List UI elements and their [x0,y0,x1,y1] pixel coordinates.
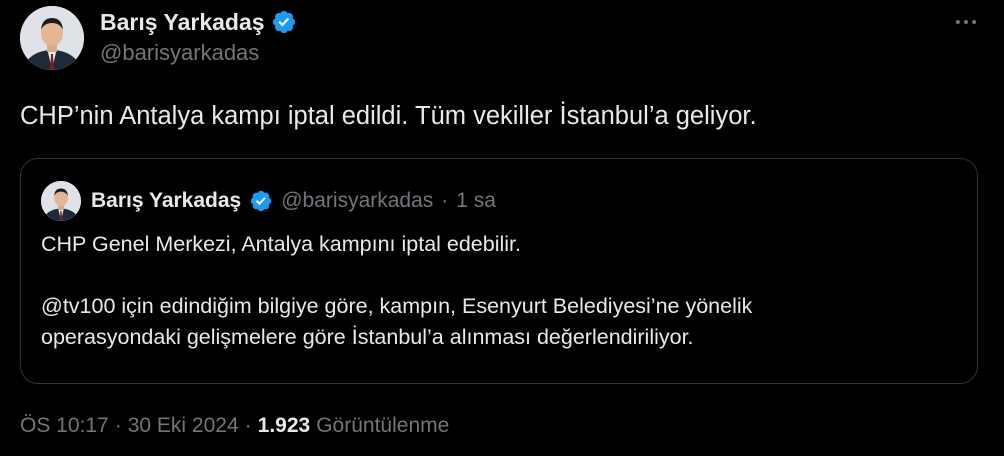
quoted-verified-badge-icon [249,189,273,213]
tweet-time[interactable]: ÖS 10:17 [20,414,109,438]
meta-separator: · [114,414,122,437]
quoted-author-handle: @barisyarkadas [281,189,434,212]
verified-badge-icon[interactable] [271,9,297,35]
more-horizontal-icon [955,20,977,24]
author-name[interactable]: Barış Yarkadaş [100,9,265,36]
avatar-photo [20,6,84,70]
tweet-text: CHP’nin Antalya kampı iptal edildi. Tüm … [20,102,757,130]
quoted-avatar [41,181,81,221]
quoted-tweet-card[interactable]: Barış Yarkadaş @barisyarkadas · 1 sa CHP… [20,158,978,384]
quoted-tweet-header: Barış Yarkadaş @barisyarkadas · 1 sa [41,181,496,221]
quoted-avatar-photo [41,181,81,221]
views-label: Görüntülenme [316,414,450,437]
avatar[interactable] [20,6,84,70]
quoted-paragraph-1: CHP Genel Merkezi, Antalya kampını iptal… [41,232,522,256]
more-options-button[interactable] [950,8,982,36]
quoted-timestamp: 1 sa [456,189,496,212]
quoted-separator: · [441,189,449,212]
author-handle[interactable]: @barisyarkadas [100,40,259,66]
meta-separator: · [244,414,252,437]
tweet: Barış Yarkadaş @barisyarkadas CHP’nin An… [0,0,1004,456]
quoted-paragraph-2-line-1: @tv100 için edindiğim bilgiye göre, kamp… [41,294,753,318]
tweet-meta: ÖS 10:17 · 30 Eki 2024 · 1.923 Görüntüle… [20,414,449,438]
views-count: 1.923 [257,414,311,437]
quoted-tweet-text: CHP Genel Merkezi, Antalya kampını iptal… [41,229,961,353]
author-name-row: Barış Yarkadaş [100,6,297,38]
tweet-date[interactable]: 30 Eki 2024 [128,414,239,438]
quoted-author-name: Barış Yarkadaş [91,189,242,212]
quoted-paragraph-2-line-2: operasyondaki gelişmelere göre İstanbul’… [41,325,694,349]
